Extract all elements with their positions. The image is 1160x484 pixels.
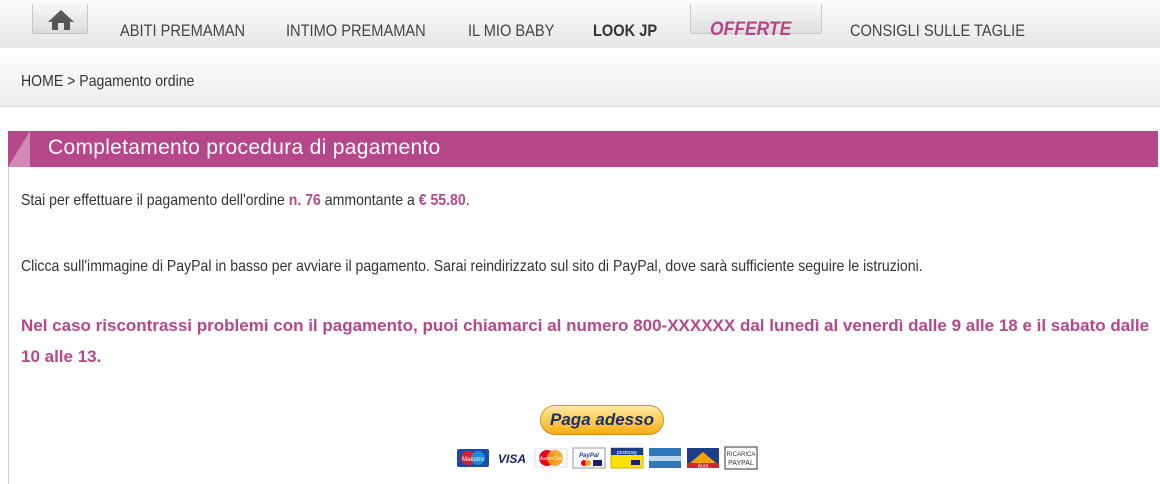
breadcrumb-separator: > <box>67 73 76 90</box>
page-title: Completamento procedura di pagamento <box>48 136 441 159</box>
paypal-pay-now-button[interactable]: Paga adesso <box>540 405 664 435</box>
paypal-card-icon: PayPal <box>572 447 606 469</box>
breadcrumb: HOME > Pagamento ordine <box>21 73 194 91</box>
svg-text:VISA: VISA <box>498 452 526 466</box>
title-corner-decoration <box>8 131 30 167</box>
home-icon <box>48 10 74 30</box>
visa-icon: VISA <box>498 452 526 466</box>
order-summary-prefix: Stai per effettuare il pagamento dell'or… <box>21 192 285 209</box>
breadcrumb-home-link[interactable]: HOME <box>21 73 63 90</box>
american-express-icon <box>649 448 681 468</box>
panel-left-border <box>8 167 9 484</box>
svg-text:Maestro: Maestro <box>462 457 484 463</box>
svg-text:PayPal: PayPal <box>579 453 599 459</box>
maestro-icon: Maestro <box>457 449 489 467</box>
order-amount: € 55.80 <box>418 192 466 209</box>
svg-text:Aura: Aura <box>698 464 709 470</box>
aura-icon: Aura <box>687 448 719 470</box>
paypal-instructions: Clicca sull'immagine di PayPal in basso … <box>21 258 923 275</box>
home-button[interactable] <box>32 4 88 34</box>
order-summary-middle: ammontante a <box>324 192 415 209</box>
mastercard-icon: MasterCard <box>534 448 568 468</box>
ricarica-paypal-icon: RICARICA PAYPAL <box>724 446 758 470</box>
nav-item-il-mio-baby[interactable]: IL MIO BABY <box>468 21 554 41</box>
nav-item-consigli-sulle-taglie[interactable]: CONSIGLI SULLE TAGLIE <box>850 21 1025 41</box>
nav-item-intimo-premaman[interactable]: INTIMO PREMAMAN <box>286 21 426 41</box>
svg-text:MasterCard: MasterCard <box>538 456 564 462</box>
svg-text:PAYPAL: PAYPAL <box>728 460 754 467</box>
nav-item-look-jp[interactable]: LOOK JP <box>593 21 657 41</box>
order-summary-text: Stai per effettuare il pagamento dell'or… <box>21 192 470 210</box>
svg-text:RICARICA: RICARICA <box>727 452 756 458</box>
order-number: n. 76 <box>288 192 321 209</box>
postepay-icon: postepay <box>610 447 644 469</box>
order-summary-suffix: . <box>465 192 470 209</box>
nav-item-abiti-premaman[interactable]: ABITI PREMAMAN <box>120 21 245 41</box>
svg-text:postepay: postepay <box>617 450 638 456</box>
support-notice: Nel caso riscontrassi problemi con il pa… <box>21 316 1150 366</box>
nav-item-offerte[interactable]: OFFERTE <box>710 19 791 41</box>
breadcrumb-current: Pagamento ordine <box>79 73 195 90</box>
